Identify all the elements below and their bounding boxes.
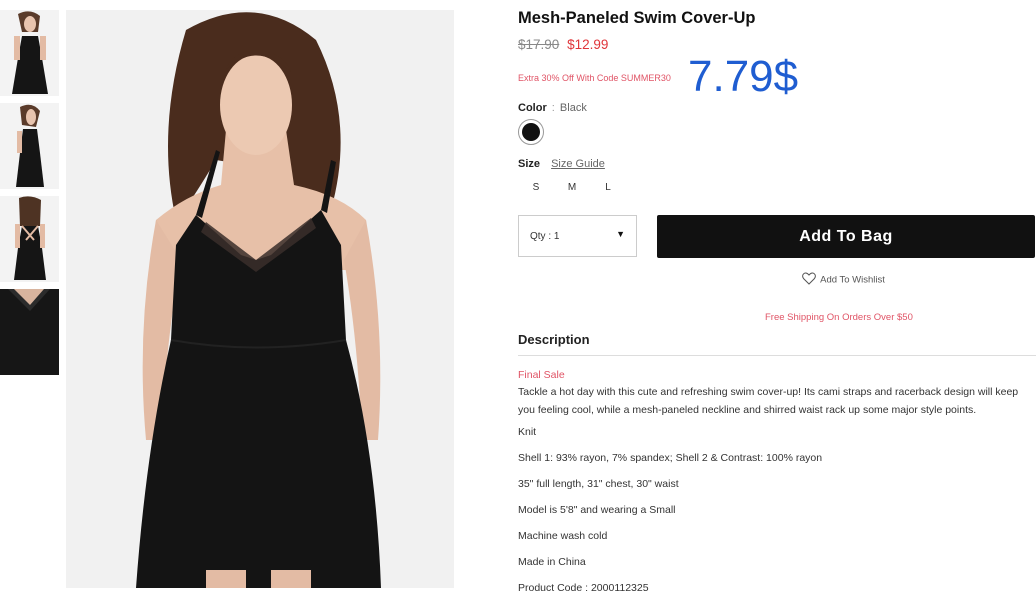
detail-item: Model is 5'8" and wearing a Small [518, 504, 676, 516]
heart-icon [802, 272, 816, 288]
add-to-bag-button[interactable]: Add To Bag [657, 215, 1035, 258]
final-sale-label: Final Sale [518, 369, 565, 381]
detail-item: Product Code : 2000112325 [518, 582, 649, 594]
color-swatch-black[interactable] [518, 119, 544, 145]
description-text: Tackle a hot day with this cute and refr… [518, 386, 1019, 416]
description-heading: Description [518, 332, 590, 347]
size-guide-link[interactable]: Size Guide [551, 158, 605, 170]
size-options: S M L [518, 182, 626, 193]
thumbnail-back[interactable] [0, 196, 59, 282]
size-option-m[interactable]: M [554, 182, 590, 193]
price-row: $17.90 $12.99 [518, 37, 608, 52]
size-option-l[interactable]: L [590, 182, 626, 193]
color-row: Color : Black [518, 102, 587, 114]
add-to-wishlist-link[interactable]: Add To Wishlist [802, 272, 885, 288]
detail-item: Shell 1: 93% rayon, 7% spandex; Shell 2 … [518, 452, 823, 464]
detail-item: Machine wash cold [518, 530, 608, 542]
wishlist-label: Add To Wishlist [820, 274, 885, 286]
product-title: Mesh-Paneled Swim Cover-Up [518, 9, 756, 27]
size-label: Size [518, 158, 541, 170]
size-row: Size Size Guide [518, 158, 605, 170]
size-option-s[interactable]: S [518, 182, 554, 193]
color-value: Black [559, 102, 587, 114]
thumbnail-side[interactable] [0, 103, 59, 189]
promo-code-text: Extra 30% Off With Code SUMMER30 [518, 73, 671, 83]
free-shipping-note: Free Shipping On Orders Over $50 [765, 312, 913, 323]
description-divider [518, 355, 1036, 356]
detail-item: 35" full length, 31" chest, 30" waist [518, 478, 679, 490]
detail-item: Knit [518, 426, 537, 438]
product-info-panel: Mesh-Paneled Swim Cover-Up $17.90 $12.99… [518, 0, 1036, 594]
thumbnail-detail[interactable] [0, 289, 59, 375]
quantity-select[interactable]: Qty : 1 ▼ [518, 215, 637, 257]
thumbnail-gallery [0, 10, 59, 382]
color-swatch-fill [522, 123, 540, 141]
color-label: Color [518, 102, 547, 114]
detail-item: Made in China [518, 556, 586, 568]
quantity-label: Qty : 1 [530, 231, 560, 242]
original-price: $17.90 [518, 37, 560, 52]
color-separator: : [551, 102, 555, 114]
sale-price: $12.99 [567, 37, 609, 52]
description-body: Final Sale Tackle a hot day with this cu… [518, 367, 1036, 601]
product-main-image [66, 10, 454, 588]
overlay-discount-price: 7.79$ [688, 52, 799, 101]
caret-down-icon: ▼ [616, 229, 625, 239]
thumbnail-front[interactable] [0, 10, 59, 96]
